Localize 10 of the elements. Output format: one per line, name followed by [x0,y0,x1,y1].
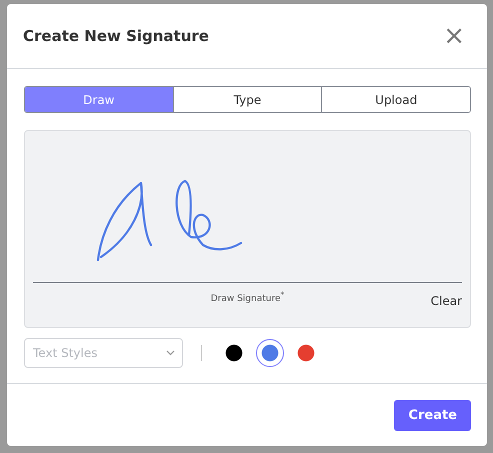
create-button[interactable]: Create [394,400,471,430]
pad-caption: Draw Signature$^{*}$ [210,290,286,304]
chevron-down-icon [166,350,175,356]
text-styles-dropdown[interactable]: Text Styles [24,338,183,368]
color-swatch[interactable] [256,339,284,367]
signature-pad[interactable]: Draw Signature$^{*}$ Clear [24,130,471,328]
clear-button[interactable]: Clear [422,294,462,308]
dialog-title: Create New Signature [23,27,209,45]
tab[interactable]: Upload [321,87,470,112]
close-button[interactable]: × [443,23,465,49]
